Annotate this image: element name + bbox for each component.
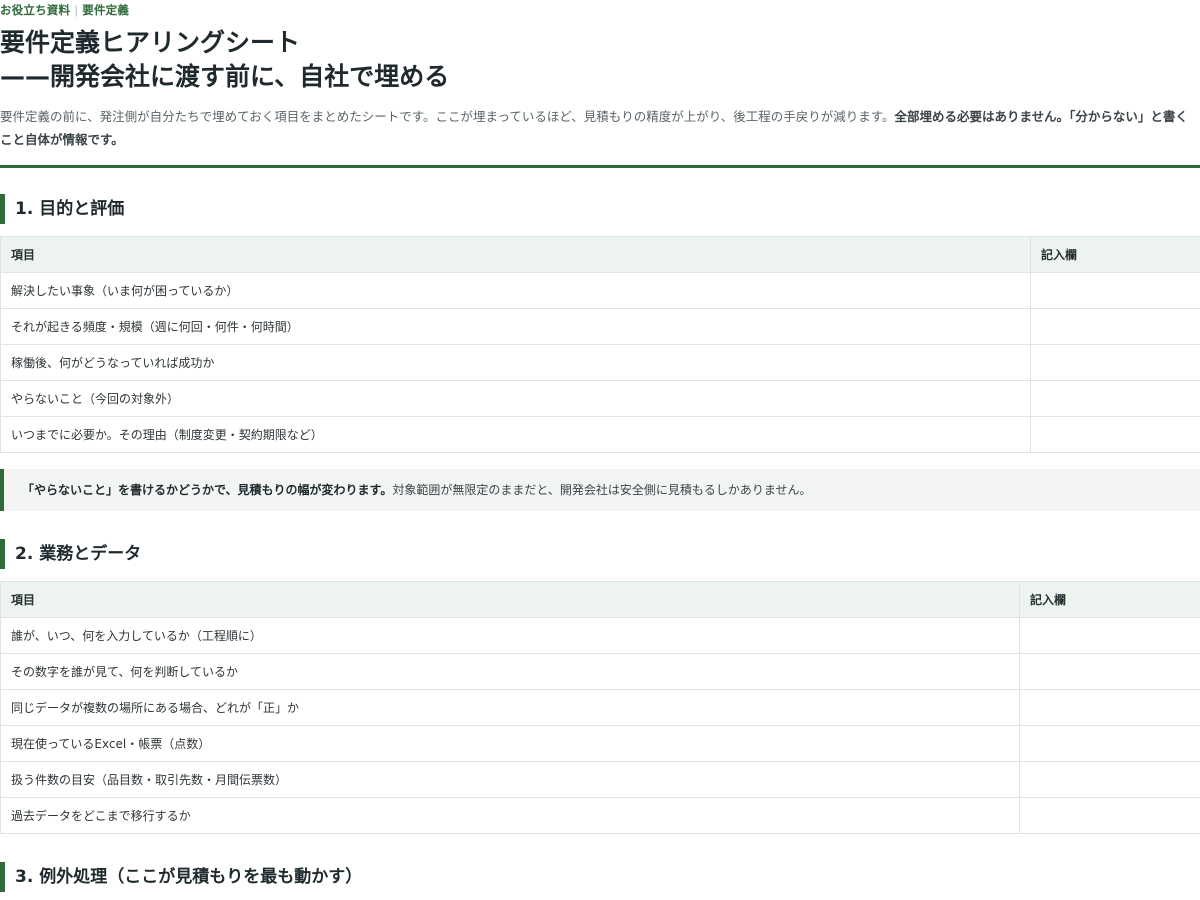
table-row: 誰が、いつ、何を入力しているか（工程順に） xyxy=(0,617,1200,654)
section-heading-purpose: 1. 目的と評価 xyxy=(0,194,1200,224)
table-row: やらないこと（今回の対象外） xyxy=(0,380,1200,417)
item-cell: それが起きる頻度・規模（週に何回・何件・何時間） xyxy=(0,308,1031,345)
column-header-entry: 記入欄 xyxy=(1019,581,1200,618)
table-row: 扱う件数の目安（品目数・取引先数・月間伝票数） xyxy=(0,761,1200,798)
entry-cell[interactable] xyxy=(1030,344,1200,381)
column-header-entry: 記入欄 xyxy=(1030,236,1200,273)
entry-cell[interactable] xyxy=(1030,272,1200,309)
purpose-table: 項目 記入欄 解決したい事象（いま何が困っているか） それが起きる頻度・規模（週… xyxy=(0,236,1200,453)
item-cell: 扱う件数の目安（品目数・取引先数・月間伝票数） xyxy=(0,761,1020,798)
section-heading-operations: 2. 業務とデータ xyxy=(0,539,1200,569)
breadcrumb-parent-link[interactable]: お役立ち資料 xyxy=(0,3,70,17)
entry-cell[interactable] xyxy=(1019,653,1200,690)
breadcrumb-separator: | xyxy=(74,3,79,17)
column-header-item: 項目 xyxy=(0,581,1020,618)
table-row: 稼働後、何がどうなっていれば成功か xyxy=(0,344,1200,381)
table-row: 過去データをどこまで移行するか xyxy=(0,797,1200,834)
operations-table: 項目 記入欄 誰が、いつ、何を入力しているか（工程順に） その数字を誰が見て、何… xyxy=(0,581,1200,834)
page-title: 要件定義ヒアリングシート ——開発会社に渡す前に、自社で埋める xyxy=(0,26,1200,94)
table-row: 解決したい事象（いま何が困っているか） xyxy=(0,272,1200,309)
lead-paragraph: 要件定義の前に、発注側が自分たちで埋めておく項目をまとめたシートです。ここが埋ま… xyxy=(0,105,1200,151)
table-row: 現在使っているExcel・帳票（点数） xyxy=(0,725,1200,762)
entry-cell[interactable] xyxy=(1019,725,1200,762)
item-cell: やらないこと（今回の対象外） xyxy=(0,380,1031,417)
table-row: 同じデータが複数の場所にある場合、どれが「正」か xyxy=(0,689,1200,726)
callout-text: 対象範囲が無限定のままだと、開発会社は安全側に見積もるしかありません。 xyxy=(392,483,812,497)
callout-emphasis: 「やらないこと」を書けるかどうかで、見積もりの幅が変わります。 xyxy=(22,483,393,497)
entry-cell[interactable] xyxy=(1030,308,1200,345)
item-cell: 誰が、いつ、何を入力しているか（工程順に） xyxy=(0,617,1020,654)
table-row: それが起きる頻度・規模（週に何回・何件・何時間） xyxy=(0,308,1200,345)
item-cell: その数字を誰が見て、何を判断しているか xyxy=(0,653,1020,690)
table-row: いつまでに必要か。その理由（制度変更・契約期限など） xyxy=(0,416,1200,453)
column-header-item: 項目 xyxy=(0,236,1031,273)
callout-note: 「やらないこと」を書けるかどうかで、見積もりの幅が変わります。対象範囲が無限定の… xyxy=(0,469,1200,511)
entry-cell[interactable] xyxy=(1019,797,1200,834)
page-title-line2: ——開発会社に渡す前に、自社で埋める xyxy=(0,62,450,91)
lead-text: 要件定義の前に、発注側が自分たちで埋めておく項目をまとめたシートです。ここが埋ま… xyxy=(0,109,895,124)
entry-cell[interactable] xyxy=(1019,761,1200,798)
item-cell: 現在使っているExcel・帳票（点数） xyxy=(0,725,1020,762)
entry-cell[interactable] xyxy=(1030,380,1200,417)
table-header-row: 項目 記入欄 xyxy=(0,581,1200,618)
page: お役立ち資料 | 要件定義 要件定義ヒアリングシート ——開発会社に渡す前に、自社で… xyxy=(0,0,1200,892)
item-cell: 過去データをどこまで移行するか xyxy=(0,797,1020,834)
item-cell: 稼働後、何がどうなっていれば成功か xyxy=(0,344,1031,381)
item-cell: いつまでに必要か。その理由（制度変更・契約期限など） xyxy=(0,416,1031,453)
table-header-row: 項目 記入欄 xyxy=(0,236,1200,273)
entry-cell[interactable] xyxy=(1030,416,1200,453)
breadcrumb: お役立ち資料 | 要件定義 xyxy=(0,0,1200,20)
entry-cell[interactable] xyxy=(1019,617,1200,654)
section-heading-exceptions: 3. 例外処理（ここが見積もりを最も動かす） xyxy=(0,862,1200,892)
item-cell: 同じデータが複数の場所にある場合、どれが「正」か xyxy=(0,689,1020,726)
table-row: その数字を誰が見て、何を判断しているか xyxy=(0,653,1200,690)
header-divider xyxy=(0,165,1200,168)
breadcrumb-current: 要件定義 xyxy=(82,3,130,17)
page-title-line1: 要件定義ヒアリングシート xyxy=(0,28,301,57)
item-cell: 解決したい事象（いま何が困っているか） xyxy=(0,272,1031,309)
entry-cell[interactable] xyxy=(1019,689,1200,726)
